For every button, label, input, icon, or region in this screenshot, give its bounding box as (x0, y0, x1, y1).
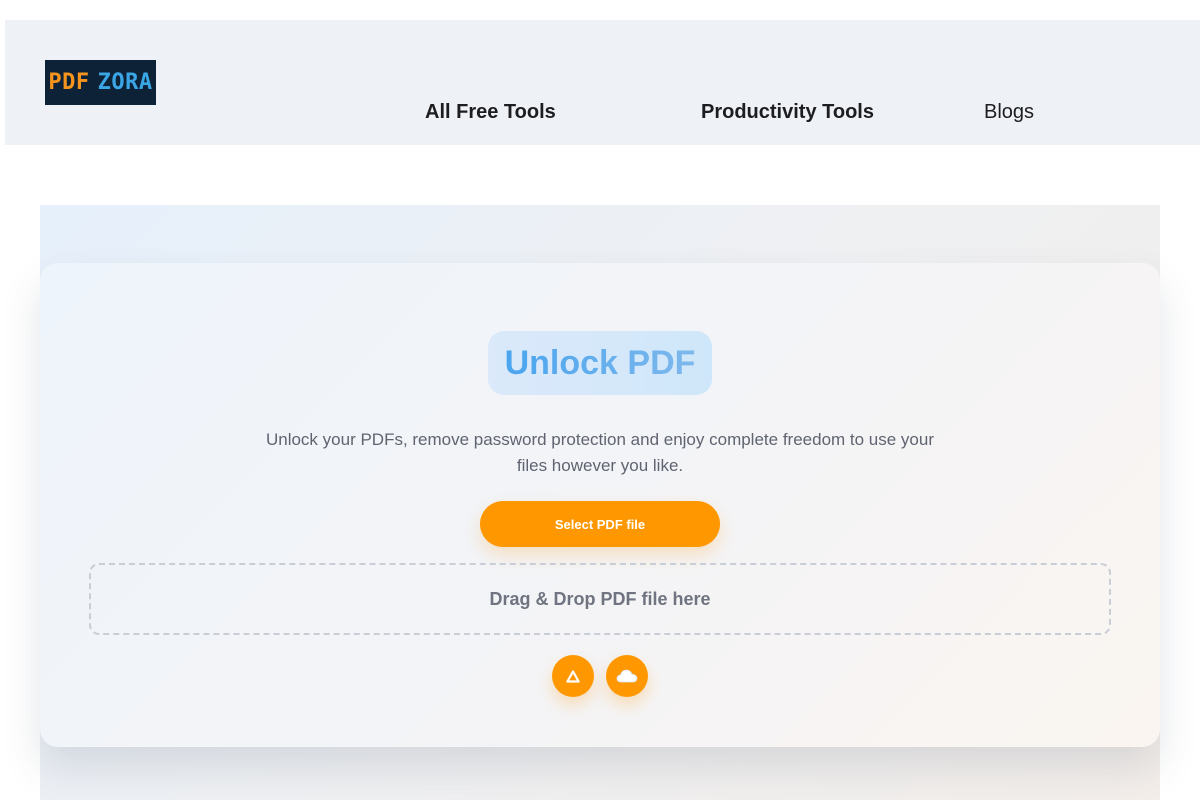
cloud-upload-button[interactable] (606, 655, 648, 697)
page-subtitle: Unlock your PDFs, remove password protec… (265, 430, 935, 475)
drop-zone-label: Drag & Drop PDF file here (489, 588, 711, 609)
select-pdf-button[interactable]: Select PDF file (480, 501, 720, 547)
site-header: PDF ZORA All Free Tools Productivity Too… (5, 20, 1200, 145)
title-badge: Unlock PDF (488, 331, 712, 395)
google-drive-button[interactable] (552, 655, 594, 697)
unlock-pdf-card: Unlock PDF Unlock your PDFs, remove pass… (40, 263, 1160, 747)
google-drive-icon (566, 669, 580, 683)
logo-text-pdf: PDF (48, 70, 90, 95)
logo-text-zora: ZORA (97, 70, 153, 95)
nav-productivity-tools[interactable]: Productivity Tools (701, 101, 874, 124)
drop-zone[interactable]: Drag & Drop PDF file here (89, 563, 1111, 635)
page-title: Unlock PDF (504, 343, 696, 382)
hero-section: Unlock PDF Unlock your PDFs, remove pass… (40, 205, 1160, 800)
nav-all-free-tools[interactable]: All Free Tools (425, 101, 556, 124)
cloud-icon (616, 669, 638, 683)
nav-blogs[interactable]: Blogs (984, 101, 1034, 124)
site-logo[interactable]: PDF ZORA (45, 60, 156, 105)
